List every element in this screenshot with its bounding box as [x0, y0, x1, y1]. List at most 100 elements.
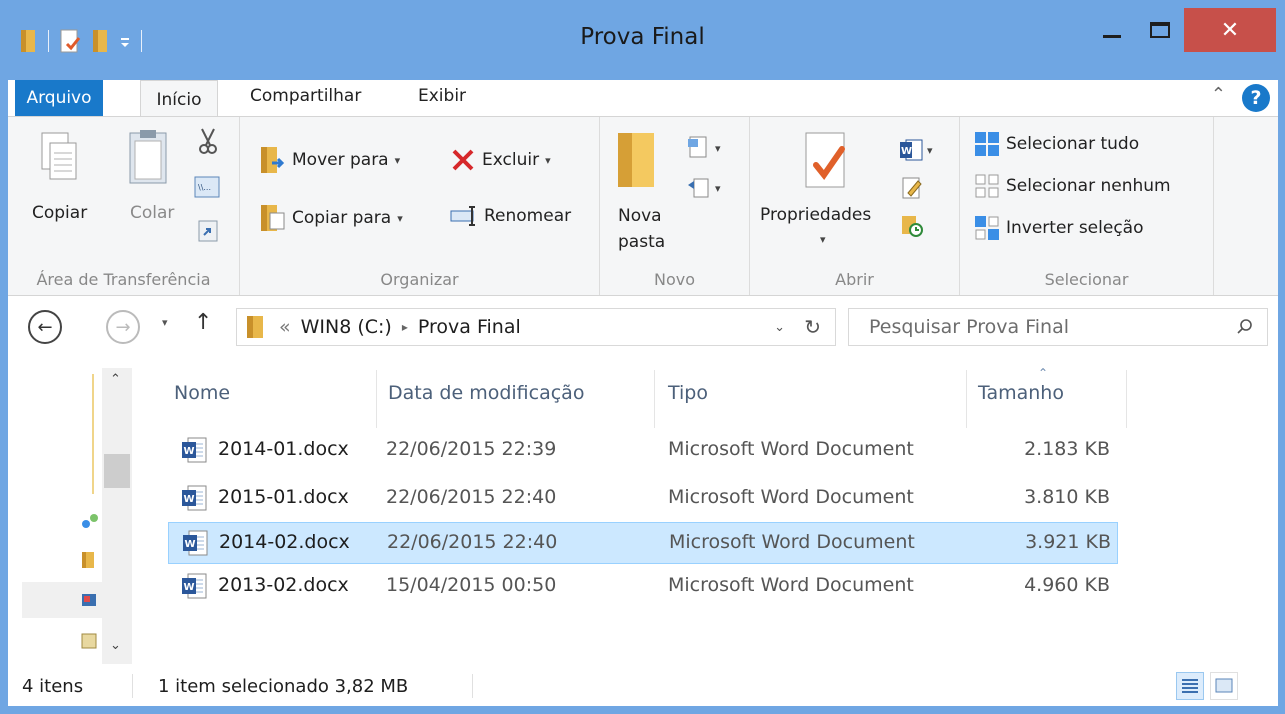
- svg-text:W: W: [185, 539, 196, 550]
- open-group-label: Abrir: [835, 270, 874, 289]
- column-header-date[interactable]: Data de modificação: [388, 382, 584, 404]
- paste-shortcut-icon[interactable]: [198, 219, 218, 243]
- forward-icon[interactable]: →: [106, 310, 140, 344]
- new-item-button[interactable]: ▾: [686, 135, 721, 161]
- maximize-button[interactable]: [1136, 8, 1184, 52]
- delete-label: Excluir: [482, 150, 540, 170]
- copy-to-button[interactable]: Copiar para ▾: [260, 203, 403, 233]
- move-to-button[interactable]: Mover para ▾: [260, 145, 400, 175]
- file-name: 2013-02.docx: [218, 574, 349, 596]
- copy-button[interactable]: Copiar: [32, 129, 87, 223]
- tab-view[interactable]: Exibir: [418, 86, 466, 106]
- edit-icon[interactable]: [900, 175, 924, 201]
- nav-scrollbar[interactable]: ⌃ ⌄: [102, 368, 132, 664]
- new-group: Nova pasta ▾ ▾ Novo: [600, 117, 750, 295]
- up-icon[interactable]: ↑: [194, 310, 212, 335]
- rename-button[interactable]: Renomear: [450, 205, 571, 227]
- breadcrumb-separator-icon[interactable]: ▸: [402, 320, 408, 334]
- search-placeholder: Pesquisar Prova Final: [869, 316, 1070, 338]
- delete-icon: [452, 149, 474, 171]
- file-row-selected[interactable]: W 2014-02.docx 22/06/2015 22:40 Microsof…: [168, 522, 1118, 564]
- minimize-button[interactable]: [1088, 8, 1136, 52]
- new-folder-label-line1: Nova: [618, 206, 662, 226]
- file-type: Microsoft Word Document: [668, 574, 914, 596]
- cut-icon[interactable]: [196, 127, 220, 155]
- item-count: 4 itens: [22, 676, 84, 697]
- tab-share[interactable]: Compartilhar: [250, 86, 361, 106]
- breadcrumb-drive[interactable]: WIN8 (C:): [301, 316, 392, 338]
- recent-locations-dropdown-icon[interactable]: ▾: [162, 316, 168, 329]
- close-icon: ✕: [1220, 17, 1240, 43]
- file-date: 22/06/2015 22:40: [387, 531, 558, 553]
- select-all-label: Selecionar tudo: [1006, 134, 1140, 154]
- easy-access-button[interactable]: ▾: [686, 175, 721, 201]
- breadcrumb-folder[interactable]: Prova Final: [418, 316, 521, 338]
- copy-icon: [41, 132, 77, 180]
- nav-pictures-icon[interactable]: [80, 590, 98, 610]
- network-icon[interactable]: [80, 512, 100, 532]
- breadcrumb-overflow[interactable]: «: [279, 316, 291, 338]
- copy-path-icon[interactable]: \\...: [194, 175, 220, 199]
- explorer-window: Prova Final ✕ Arquivo Início Compartilha…: [0, 0, 1285, 714]
- file-row[interactable]: W 2013-02.docx 15/04/2015 00:50 Microsof…: [168, 566, 1118, 606]
- svg-text:W: W: [184, 494, 195, 505]
- back-icon[interactable]: ←: [28, 310, 62, 344]
- history-icon[interactable]: [900, 213, 924, 239]
- tab-home[interactable]: Início: [140, 80, 218, 118]
- file-name: 2015-01.docx: [218, 486, 349, 508]
- svg-text:W: W: [184, 582, 195, 593]
- ribbon: Copiar Colar \\... Área de Transferência…: [8, 116, 1278, 296]
- address-dropdown-icon[interactable]: ⌄: [774, 320, 785, 335]
- scroll-thumb[interactable]: [104, 454, 130, 488]
- select-none-icon: [975, 174, 999, 198]
- new-item-icon: [688, 136, 707, 158]
- large-icons-view-button[interactable]: [1210, 672, 1238, 700]
- navigation-pane: ⌃ ⌄: [8, 364, 132, 666]
- properties-large-icon: [805, 132, 845, 188]
- select-none-label: Selecionar nenhum: [1006, 176, 1171, 196]
- easy-access-icon: [688, 178, 709, 198]
- nav-folder-icon[interactable]: [80, 550, 98, 570]
- tab-file[interactable]: Arquivo: [15, 80, 103, 116]
- invert-selection-icon: [975, 216, 999, 240]
- refresh-icon[interactable]: ↻: [804, 315, 821, 339]
- address-box[interactable]: « WIN8 (C:) ▸ Prova Final ⌄ ↻: [236, 308, 836, 346]
- collapse-ribbon-icon[interactable]: ⌃: [1211, 84, 1226, 105]
- file-size: 2.183 KB: [1024, 438, 1110, 460]
- properties-dropdown-icon[interactable]: ▾: [820, 233, 826, 246]
- select-all-button[interactable]: Selecionar tudo: [974, 131, 1139, 157]
- close-button[interactable]: ✕: [1184, 8, 1276, 52]
- svg-text:\\...: \\...: [198, 183, 211, 192]
- rename-label: Renomear: [484, 206, 572, 226]
- help-icon[interactable]: ?: [1242, 84, 1270, 112]
- search-icon[interactable]: [1235, 317, 1255, 337]
- selection-info: 1 item selecionado 3,82 MB: [158, 676, 409, 697]
- scroll-down-icon[interactable]: ⌄: [110, 638, 121, 653]
- column-header-type[interactable]: Tipo: [668, 382, 708, 404]
- file-row[interactable]: W 2014-01.docx 22/06/2015 22:39 Microsof…: [168, 430, 1118, 470]
- new-folder-button[interactable]: Nova pasta: [614, 129, 665, 252]
- details-view-button[interactable]: [1176, 672, 1204, 700]
- word-document-icon: W: [183, 530, 208, 556]
- scroll-up-icon[interactable]: ⌃: [110, 372, 121, 387]
- column-header-name[interactable]: Nome: [174, 382, 230, 404]
- svg-text:W: W: [901, 146, 912, 157]
- column-header-size[interactable]: Tamanho: [978, 382, 1064, 404]
- ribbon-tab-bar: Arquivo Início Compartilhar Exibir ⌃ ?: [8, 80, 1278, 118]
- file-type: Microsoft Word Document: [668, 438, 914, 460]
- invert-selection-button[interactable]: Inverter seleção: [974, 215, 1143, 241]
- delete-button[interactable]: Excluir ▾: [450, 147, 551, 173]
- move-to-label: Mover para: [292, 150, 389, 170]
- paste-button[interactable]: Colar: [126, 129, 174, 223]
- status-bar: 4 itens 1 item selecionado 3,82 MB: [8, 666, 1278, 706]
- search-input[interactable]: Pesquisar Prova Final: [848, 308, 1268, 346]
- file-name: 2014-01.docx: [218, 438, 349, 460]
- nav-library-icon[interactable]: [80, 630, 98, 650]
- select-none-button[interactable]: Selecionar nenhum: [974, 173, 1171, 199]
- file-row[interactable]: W 2015-01.docx 22/06/2015 22:40 Microsof…: [168, 478, 1118, 518]
- file-date: 22/06/2015 22:40: [386, 486, 557, 508]
- open-with-button[interactable]: W ▾: [898, 137, 933, 163]
- new-folder-label-line2: pasta: [618, 232, 666, 252]
- word-document-icon: W: [182, 573, 207, 599]
- paste-icon: [129, 130, 167, 184]
